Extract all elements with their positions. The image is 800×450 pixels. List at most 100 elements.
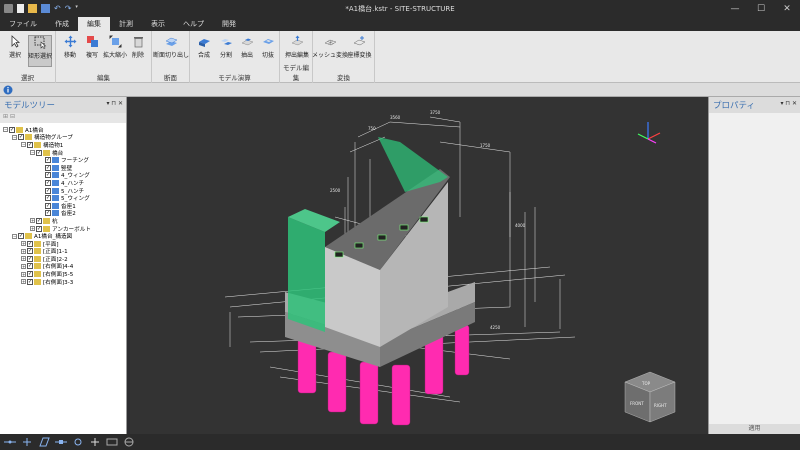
tree-checkbox[interactable]: ✓ <box>45 195 51 202</box>
qa-dropdown-icon[interactable]: ▾ <box>75 4 78 13</box>
group-label-edit: 編集 <box>97 74 110 82</box>
union-button[interactable]: 合成 <box>192 35 216 67</box>
maximize-icon[interactable]: ☐ <box>748 0 774 17</box>
folder-icon <box>34 271 41 278</box>
tree-toggle-icon[interactable]: + <box>21 241 26 247</box>
snap-cross-icon[interactable] <box>20 437 34 447</box>
group-model-ops: 合成 分割 抽出 切抜 モデル演算 <box>190 31 280 83</box>
copy-button[interactable]: 複写 <box>80 35 104 67</box>
tab-develop[interactable]: 開発 <box>213 17 245 31</box>
new-file-icon[interactable] <box>17 4 24 13</box>
tree-toggle-icon[interactable]: + <box>30 218 35 224</box>
tree-checkbox[interactable]: ✓ <box>18 233 24 240</box>
extrude-icon <box>290 35 304 46</box>
apply-button[interactable]: 適用 <box>709 424 800 434</box>
coordinate-convert-button[interactable]: 座標変換 <box>346 35 373 67</box>
section-cut-button[interactable]: 断面切り出し <box>153 35 189 67</box>
tree-checkbox[interactable]: ✓ <box>36 217 42 224</box>
select-button[interactable]: 選択 <box>3 35 27 67</box>
properties-pin-icons[interactable]: ▾ ⊓ ✕ <box>780 100 797 107</box>
tree-item[interactable]: ✓ 沓座2 <box>0 210 126 217</box>
delete-button[interactable]: 削除 <box>126 35 150 67</box>
tree-toggle-icon[interactable]: + <box>21 248 26 254</box>
wing-left[interactable] <box>288 217 325 332</box>
tree-checkbox[interactable]: ✓ <box>36 149 42 156</box>
snap-arrows-icon[interactable] <box>88 437 102 447</box>
tree-toggle-icon[interactable]: + <box>21 271 26 277</box>
3d-viewport[interactable]: 35603750750 175025004000 900042502500 <box>130 97 708 434</box>
tree-toggle-icon[interactable]: − <box>21 142 26 148</box>
tree-toggle-icon[interactable]: + <box>30 226 35 232</box>
tab-measure[interactable]: 計測 <box>110 17 142 31</box>
tab-file[interactable]: ファイル <box>0 17 46 31</box>
properties-panel: プロパティ ▾ ⊓ ✕ 適用 <box>708 97 800 434</box>
view-cube[interactable]: TOP FRONT RIGHT <box>624 371 676 423</box>
group-convert: メッシュ変換 座標変換 変換 <box>312 31 375 83</box>
tree-expand-icon[interactable]: ⊞ <box>3 113 8 120</box>
folder-icon <box>34 141 41 148</box>
snap-parallel-icon[interactable] <box>37 437 51 447</box>
tree-toggle-icon[interactable]: − <box>12 233 17 239</box>
view-cube-right[interactable]: RIGHT <box>654 403 667 408</box>
tree-checkbox[interactable]: ✓ <box>27 255 33 262</box>
view-cube-top[interactable]: TOP <box>641 381 651 386</box>
tab-view[interactable]: 表示 <box>142 17 174 31</box>
tree-checkbox[interactable]: ✓ <box>45 202 51 209</box>
tree-checkbox[interactable]: ✓ <box>45 157 51 164</box>
tree-toggle-icon[interactable]: + <box>21 263 26 269</box>
tree-checkbox[interactable]: ✓ <box>18 134 24 141</box>
status-toolbar <box>0 434 800 450</box>
split-icon <box>220 39 232 45</box>
info-icon[interactable] <box>3 85 13 95</box>
tree-collapse-icon[interactable]: ⊟ <box>10 113 15 120</box>
snap-point-icon[interactable] <box>71 437 85 447</box>
tree-checkbox[interactable]: ✓ <box>27 271 33 278</box>
rect-select-button[interactable]: 矩形選択 <box>28 35 52 67</box>
panel-pin-icons[interactable]: ▾ ⊓ ✕ <box>106 100 123 107</box>
snap-grid-icon[interactable] <box>105 437 119 447</box>
tree-checkbox[interactable]: ✓ <box>27 240 33 247</box>
redo-icon[interactable]: ↷ <box>65 4 72 13</box>
tree-checkbox[interactable]: ✓ <box>45 187 51 194</box>
tree-checkbox[interactable]: ✓ <box>45 164 51 171</box>
minimize-icon[interactable]: — <box>722 0 748 17</box>
tab-create[interactable]: 作成 <box>46 17 78 31</box>
open-folder-icon[interactable] <box>28 4 37 13</box>
folder-icon <box>16 126 23 133</box>
svg-text:1750: 1750 <box>480 143 491 148</box>
model-canvas[interactable]: 35603750750 175025004000 900042502500 <box>130 97 708 434</box>
close-icon[interactable]: ✕ <box>774 0 800 17</box>
tree-toggle-icon[interactable]: + <box>21 279 26 285</box>
tree-checkbox[interactable]: ✓ <box>45 172 51 179</box>
tree-toggle-icon[interactable]: − <box>3 127 8 133</box>
mesh-convert-button[interactable]: メッシュ変換 <box>312 35 348 67</box>
cutout-button[interactable]: 切抜 <box>256 35 280 67</box>
tree-checkbox[interactable]: ✓ <box>27 278 33 285</box>
part-icon <box>52 164 59 171</box>
tree-item[interactable]: + ✓ [右側面]3-3 <box>0 278 126 286</box>
tree-checkbox[interactable]: ✓ <box>9 126 15 133</box>
tree-checkbox[interactable]: ✓ <box>36 225 42 232</box>
svg-text:2500: 2500 <box>330 188 341 193</box>
tab-edit[interactable]: 編集 <box>78 17 110 31</box>
scale-button[interactable]: 拡大縮小 <box>103 35 127 67</box>
snap-line-icon[interactable] <box>3 437 17 447</box>
tree-checkbox[interactable]: ✓ <box>45 210 51 217</box>
tree-toggle-icon[interactable]: − <box>30 150 35 156</box>
tree-checkbox[interactable]: ✓ <box>45 179 51 186</box>
snap-globe-icon[interactable] <box>122 437 136 447</box>
move-button[interactable]: 移動 <box>58 35 82 67</box>
tree-checkbox[interactable]: ✓ <box>27 248 33 255</box>
ribbon-tabs: ファイル 作成 編集 計測 表示 ヘルプ 開発 <box>0 17 800 31</box>
save-icon[interactable] <box>41 4 50 13</box>
undo-icon[interactable]: ↶ <box>54 4 61 13</box>
tree-checkbox[interactable]: ✓ <box>27 263 33 270</box>
tab-help[interactable]: ヘルプ <box>174 17 213 31</box>
view-cube-front[interactable]: FRONT <box>630 401 644 406</box>
snap-midpoint-icon[interactable] <box>54 437 68 447</box>
folder-icon <box>34 255 41 262</box>
tree-checkbox[interactable]: ✓ <box>27 141 33 148</box>
tree-toggle-icon[interactable]: − <box>12 134 17 140</box>
tree-toggle-icon[interactable]: + <box>21 256 26 262</box>
tree-item[interactable]: − ✓ A1橋台_構造図 <box>0 232 126 240</box>
